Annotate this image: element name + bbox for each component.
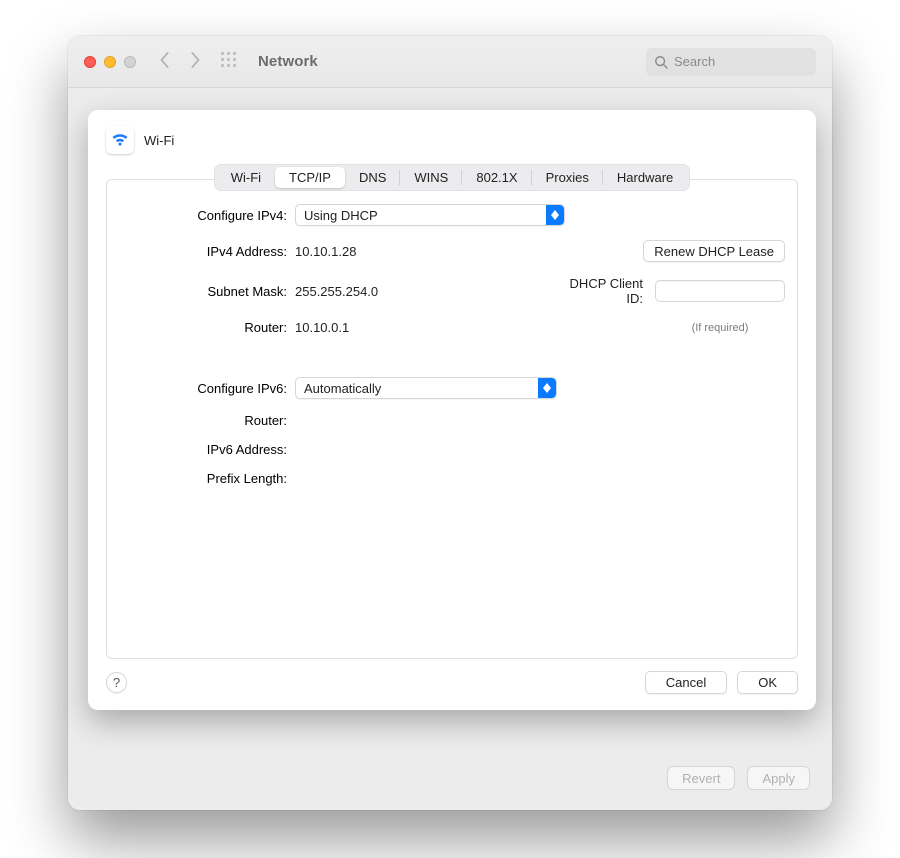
titlebar: Network Search: [68, 36, 832, 88]
configure-ipv4-select[interactable]: Using DHCP: [295, 204, 565, 226]
renew-dhcp-button[interactable]: Renew DHCP Lease: [643, 240, 785, 262]
ok-button[interactable]: OK: [737, 671, 798, 694]
close-icon[interactable]: [84, 56, 96, 68]
ipv4-router-label: Router:: [125, 320, 295, 335]
forward-button[interactable]: [188, 49, 202, 74]
chevron-updown-icon: [538, 378, 556, 398]
configure-ipv6-label: Configure IPv6:: [125, 381, 295, 396]
configure-ipv6-select[interactable]: Automatically: [295, 377, 557, 399]
tab-bar: Wi-FiTCP/IPDNSWINS802.1XProxiesHardware: [214, 164, 691, 191]
configure-ipv4-value: Using DHCP: [296, 208, 546, 223]
show-all-icon[interactable]: [220, 51, 238, 72]
chevron-updown-icon: [546, 205, 564, 225]
configure-ipv4-label: Configure IPv4:: [125, 208, 295, 223]
prefix-length-label: Prefix Length:: [125, 471, 295, 486]
tab-dns[interactable]: DNS: [345, 167, 400, 188]
dhcp-client-id-label: DHCP Client ID:: [565, 276, 649, 306]
ipv4-router-value: 10.10.0.1: [295, 320, 565, 335]
ipv6-address-label: IPv6 Address:: [125, 442, 295, 457]
help-button[interactable]: ?: [106, 672, 127, 693]
dhcp-hint: (If required): [655, 322, 785, 334]
connection-name: Wi-Fi: [144, 133, 174, 148]
search-placeholder: Search: [674, 54, 715, 69]
minimize-icon[interactable]: [104, 56, 116, 68]
ipv4-address-label: IPv4 Address:: [125, 244, 295, 259]
tab-content: Configure IPv4: Using DHCP IPv4 Address:…: [106, 179, 798, 659]
back-button[interactable]: [158, 49, 172, 74]
nav-arrows: [158, 49, 202, 74]
ipv6-router-label: Router:: [125, 413, 295, 428]
configure-ipv6-value: Automatically: [296, 381, 538, 396]
ipv4-address-value: 10.10.1.28: [295, 244, 565, 259]
tab-proxies[interactable]: Proxies: [532, 167, 603, 188]
traffic-lights: [84, 56, 136, 68]
backdrop-footer: Revert Apply: [667, 766, 810, 790]
window-title: Network: [258, 53, 318, 70]
apply-button: Apply: [747, 766, 810, 790]
zoom-icon: [124, 56, 136, 68]
sheet-footer: ? Cancel OK: [88, 659, 816, 710]
subnet-mask-label: Subnet Mask:: [125, 284, 295, 299]
tab-wi-fi[interactable]: Wi-Fi: [217, 167, 275, 188]
tab-802-1x[interactable]: 802.1X: [462, 167, 531, 188]
cancel-button[interactable]: Cancel: [645, 671, 727, 694]
subnet-mask-value: 255.255.254.0: [295, 284, 565, 299]
search-input[interactable]: Search: [646, 48, 816, 76]
tab-wins[interactable]: WINS: [400, 167, 462, 188]
advanced-sheet: Wi-Fi Wi-FiTCP/IPDNSWINS802.1XProxiesHar…: [88, 110, 816, 710]
revert-button: Revert: [667, 766, 735, 790]
dhcp-client-id-input[interactable]: [655, 280, 785, 302]
wifi-icon: [106, 126, 134, 154]
sheet-header: Wi-Fi: [88, 110, 816, 164]
tab-hardware[interactable]: Hardware: [603, 167, 687, 188]
tab-tcp-ip[interactable]: TCP/IP: [275, 167, 345, 188]
